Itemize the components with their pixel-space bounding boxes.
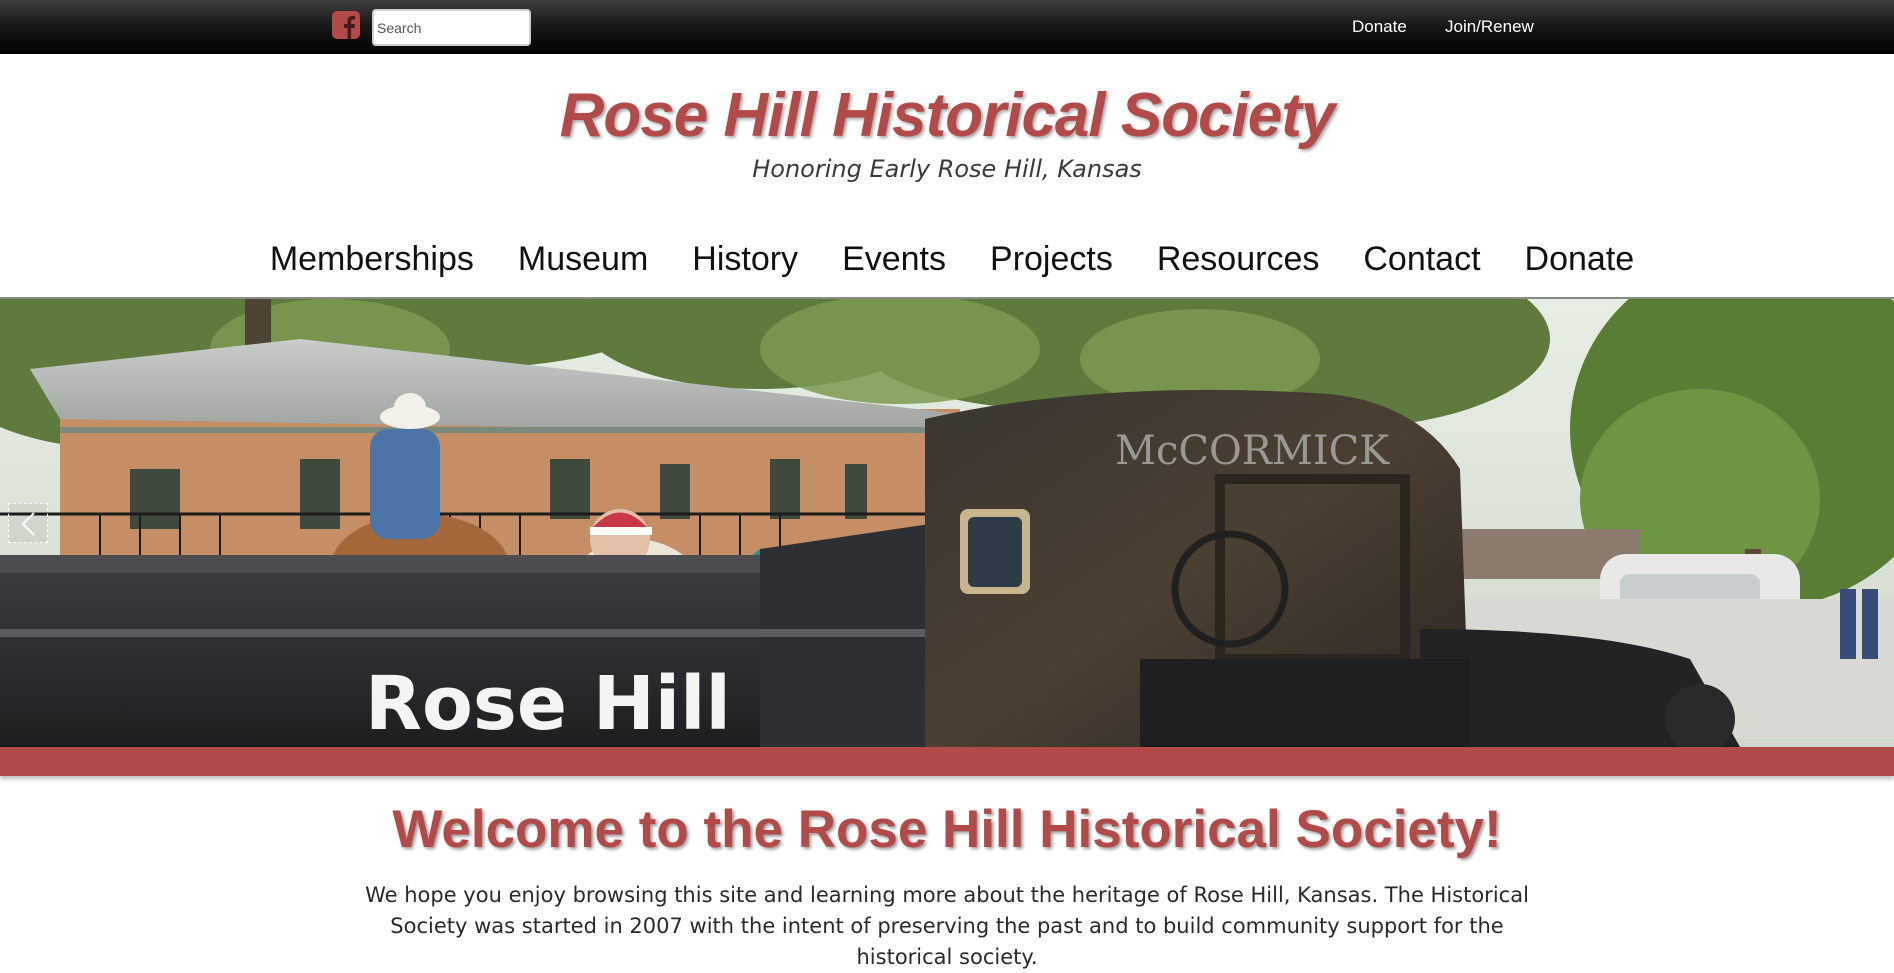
welcome-text: We hope you enjoy browsing this site and… — [365, 883, 1529, 969]
hero-slideshow: Rose Hill McCORMICK — [0, 299, 1894, 747]
nav-donate[interactable]: Donate — [1525, 238, 1635, 280]
nav-projects[interactable]: Projects — [990, 238, 1113, 280]
nav-contact[interactable]: Contact — [1363, 238, 1480, 280]
top-bar: Donate Join/Renew — [0, 0, 1894, 54]
main-nav: Memberships Museum History Events Projec… — [0, 238, 1894, 280]
facebook-icon[interactable] — [332, 11, 360, 39]
site-subtitle: Honoring Early Rose Hill, Kansas — [752, 155, 1142, 183]
chevron-left-icon — [21, 512, 35, 536]
nav-memberships[interactable]: Memberships — [270, 238, 474, 280]
hero-photo: Rose Hill McCORMICK — [0, 299, 1894, 747]
join-renew-link[interactable]: Join/Renew — [1445, 17, 1534, 37]
welcome-heading: Welcome to the Rose Hill Historical Soci… — [392, 800, 1502, 859]
nav-events[interactable]: Events — [842, 238, 946, 280]
hero-accent-band — [0, 747, 1894, 776]
search-input[interactable] — [372, 9, 531, 46]
top-donate-link[interactable]: Donate — [1352, 17, 1407, 37]
truck-cab-text: McCORMICK — [1115, 428, 1390, 474]
nav-history[interactable]: History — [692, 238, 798, 280]
slideshow-prev-button[interactable] — [8, 503, 48, 543]
nav-museum[interactable]: Museum — [518, 238, 648, 280]
truck-side-text: Rose Hill — [365, 661, 731, 747]
site-title[interactable]: Rose Hill Historical Society — [0, 80, 1894, 151]
nav-resources[interactable]: Resources — [1157, 238, 1320, 280]
